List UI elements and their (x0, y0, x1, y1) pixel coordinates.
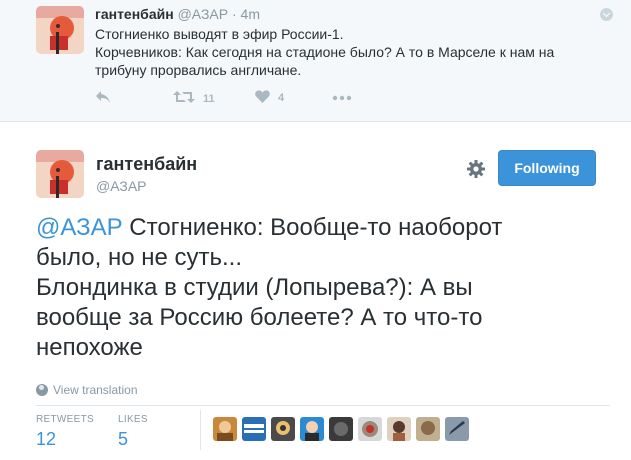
heart-icon (255, 90, 270, 106)
tweet-line: непохоже (36, 334, 143, 361)
tweet-line-text: Стогниенко: Вообще-то наоборот (129, 214, 503, 241)
tweet-text: Стогниенко выводят в эфир России-1. Корч… (95, 25, 595, 79)
mention-link[interactable]: @АЗАР (36, 214, 123, 241)
engager-avatars (213, 417, 474, 441)
tweet-line: вообще за Россию болеете? А то что-то (36, 304, 483, 331)
chevron-down-icon[interactable] (600, 8, 613, 21)
view-translation-label: View translation (53, 383, 138, 397)
retweets-value: 12 (36, 429, 57, 449)
likes-value: 5 (118, 429, 129, 449)
engager-avatar[interactable] (387, 417, 411, 441)
user-name[interactable]: гантенбайн (95, 6, 174, 22)
avatar[interactable] (36, 150, 84, 198)
likes-stat[interactable]: LIKES 5 (118, 414, 148, 450)
like-button[interactable]: 4 (255, 90, 284, 106)
like-count: 4 (278, 92, 285, 104)
retweets-label: RETWEETS (36, 414, 94, 425)
tweet-line: трибуну прорвались англичане. (95, 62, 302, 78)
reply-icon (95, 90, 111, 107)
engager-avatar[interactable] (300, 417, 324, 441)
tweet-line: @АЗАР Стогниенко: Вообще-то наоборот (36, 213, 606, 243)
engager-avatar[interactable] (329, 417, 353, 441)
following-button[interactable]: Following (498, 150, 596, 186)
engager-avatar[interactable] (358, 417, 382, 441)
reply-button[interactable] (95, 90, 111, 107)
tweet-line: Стогниенко выводят в эфир России-1. (95, 26, 344, 42)
divider (200, 410, 201, 450)
engager-avatar[interactable] (416, 417, 440, 441)
separator: · (231, 6, 237, 22)
tweet-line: Корчевников: Как сегодня на стадионе был… (95, 44, 555, 60)
parent-tweet-header: гантенбайн @АЗАР · 4m (95, 6, 260, 22)
user-handle[interactable]: @АЗАР (96, 178, 147, 194)
parent-tweet[interactable]: гантенбайн @АЗАР · 4m Стогниенко выводят… (0, 0, 631, 122)
divider (36, 405, 610, 406)
user-name[interactable]: гантенбайн (96, 154, 197, 175)
more-button[interactable] (332, 90, 352, 104)
gear-icon[interactable] (466, 159, 486, 179)
retweets-stat[interactable]: RETWEETS 12 (36, 414, 94, 450)
more-icon (332, 90, 352, 104)
tweet-line: было, но не суть... (36, 244, 242, 271)
user-handle[interactable]: @АЗАР (178, 6, 229, 22)
timestamp[interactable]: 4m (241, 6, 260, 22)
engager-avatar[interactable] (271, 417, 295, 441)
engager-avatar[interactable] (242, 417, 266, 441)
view-translation-link[interactable]: View translation (36, 383, 138, 397)
retweet-count: 11 (203, 92, 215, 105)
likes-label: LIKES (118, 414, 148, 425)
retweet-button[interactable]: 11 (173, 90, 215, 107)
globe-icon (36, 384, 48, 396)
retweet-icon (173, 90, 195, 107)
tweet-text: @АЗАР Стогниенко: Вообще-то наоборот был… (36, 213, 606, 363)
engager-avatar[interactable] (445, 417, 469, 441)
engager-avatar[interactable] (213, 417, 237, 441)
tweet-line: Блондинка в студии (Лопырева?): А вы (36, 274, 473, 301)
avatar[interactable] (36, 6, 84, 54)
